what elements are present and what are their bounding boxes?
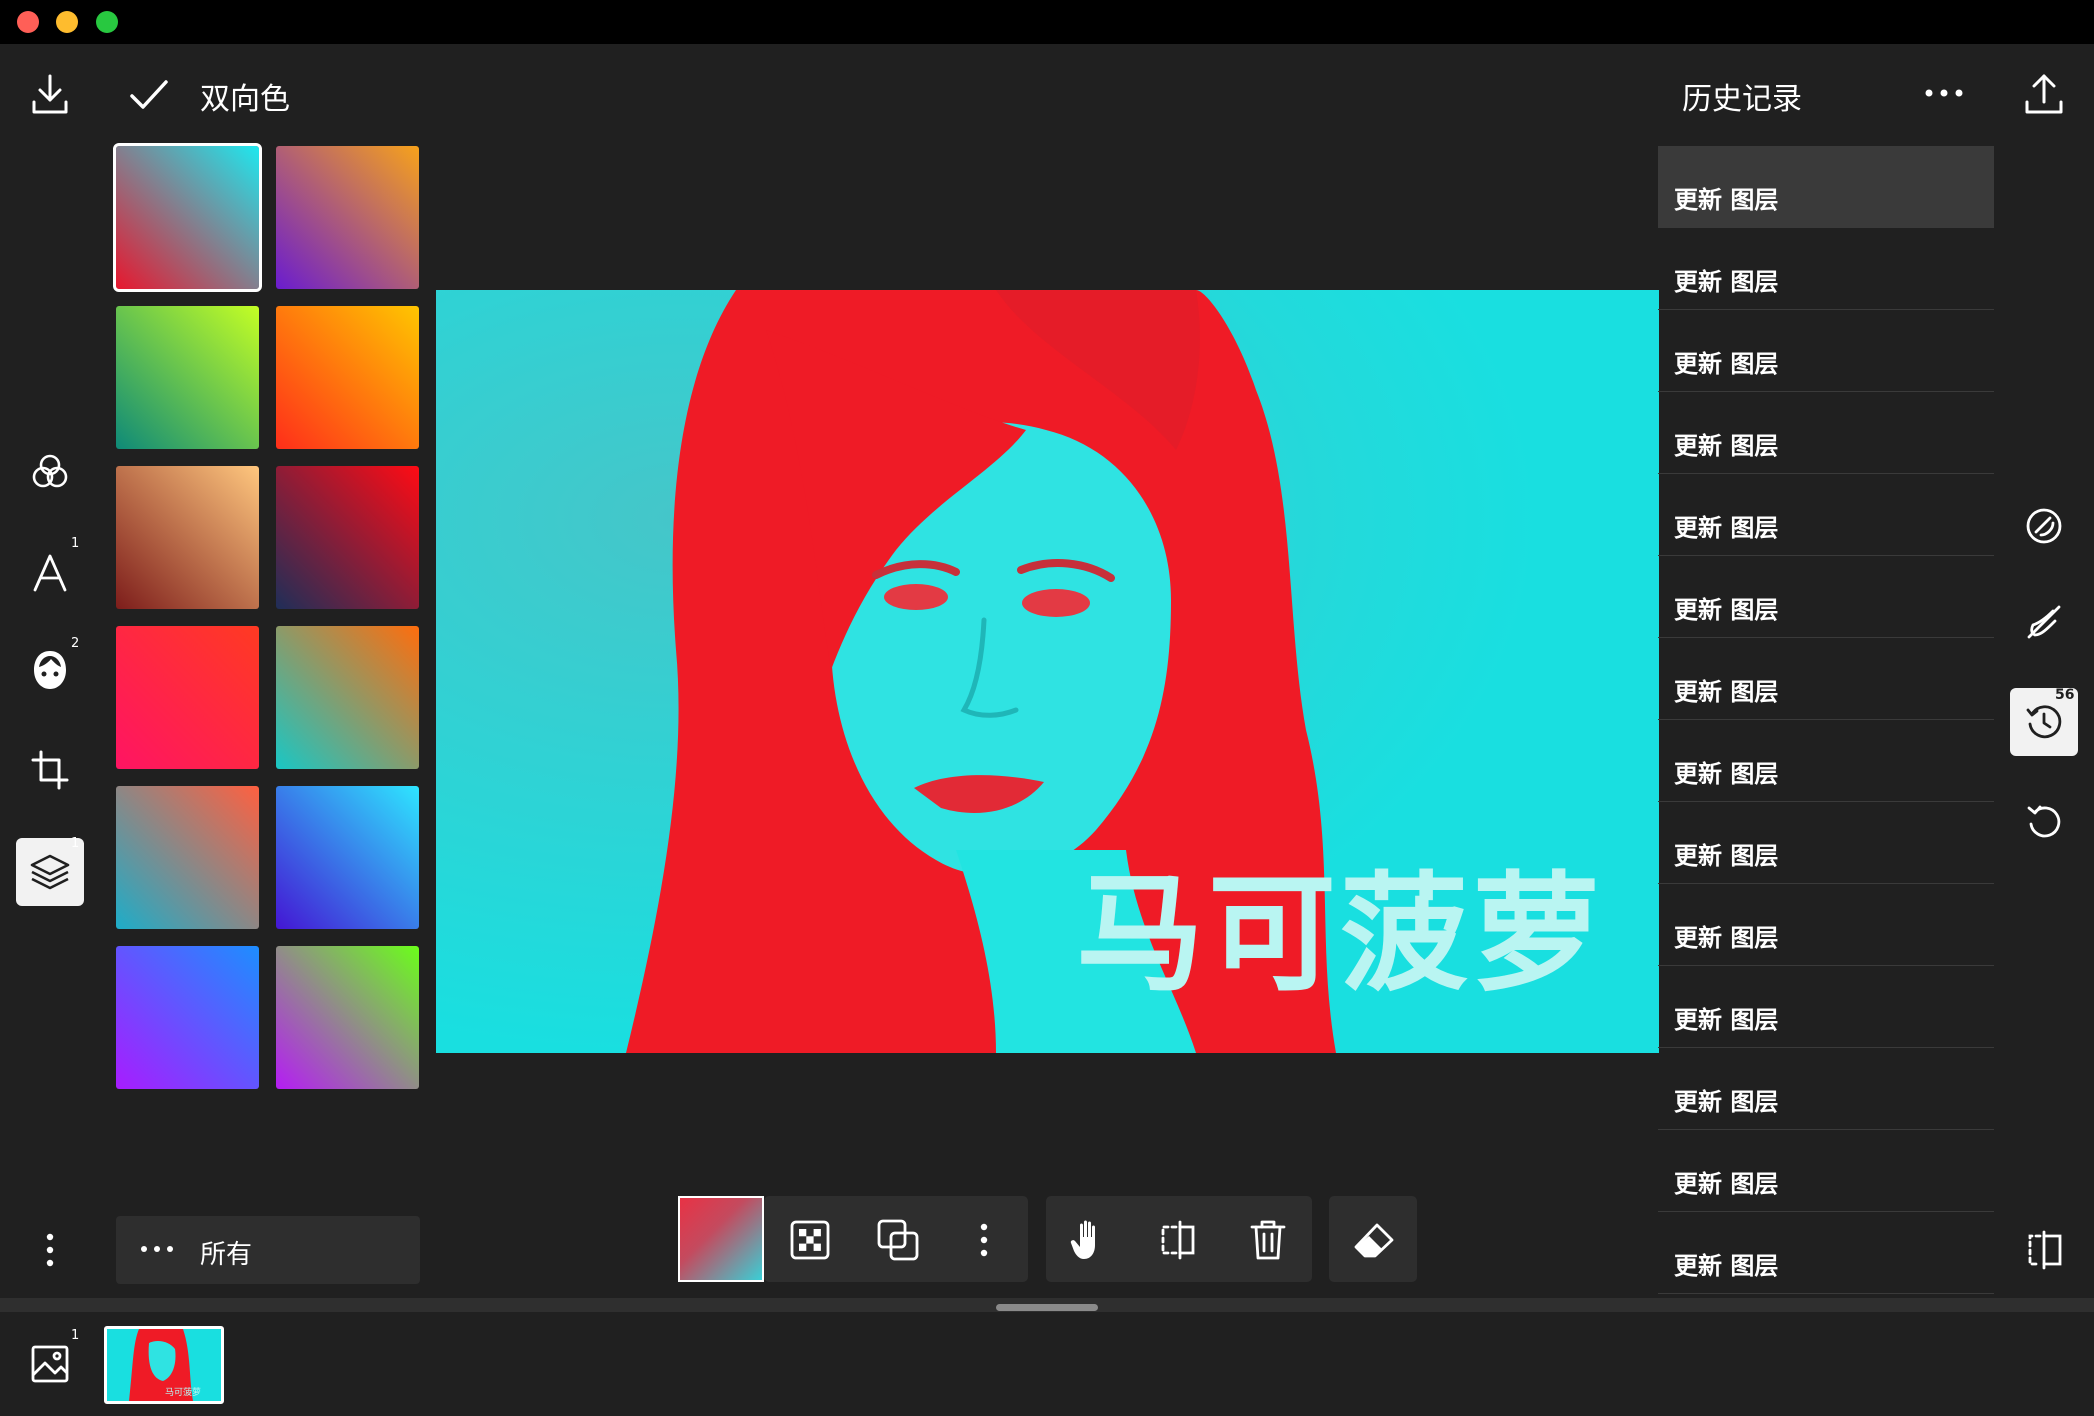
tool-title: 双向色: [200, 82, 290, 117]
history-item[interactable]: 更新 图层: [1658, 556, 1994, 638]
history-item-label: 更新 图层: [1674, 432, 1779, 460]
text-tool-badge: 1: [71, 536, 80, 551]
close-window-button[interactable]: [17, 11, 39, 33]
history-item[interactable]: 更新 图层: [1658, 146, 1994, 228]
history-item[interactable]: 更新 图层: [1658, 1048, 1994, 1130]
brush-off-icon[interactable]: [2018, 596, 2070, 648]
history-item[interactable]: 更新 图层: [1658, 228, 1994, 310]
image-thumbnail[interactable]: 马可菠萝: [104, 1326, 224, 1404]
current-preset-thumbnail[interactable]: [678, 1196, 764, 1282]
image-count-badge: 1: [71, 1328, 80, 1343]
history-item-label: 更新 图层: [1674, 760, 1779, 788]
confirm-check-icon[interactable]: [124, 70, 174, 120]
crop-icon[interactable]: [26, 746, 74, 794]
preset-swatch-red-yellow[interactable]: [276, 306, 419, 449]
text-tool-icon[interactable]: [26, 548, 74, 596]
layers-icon: [26, 848, 74, 896]
hand-pan-icon[interactable]: [1062, 1214, 1114, 1266]
preset-swatch-pink-red[interactable]: [116, 626, 259, 769]
history-item[interactable]: 更新 图层: [1658, 884, 1994, 966]
history-item-label: 更新 图层: [1674, 678, 1779, 706]
history-item[interactable]: 更新 图层: [1658, 1130, 1994, 1212]
history-title: 历史记录: [1682, 82, 1802, 117]
preset-swatch-brown-peach[interactable]: [116, 466, 259, 609]
transparency-checker-icon[interactable]: [784, 1214, 836, 1266]
thumbnail-overlay-text: 马可菠萝: [165, 1386, 201, 1398]
layers-badge: 1: [71, 836, 80, 851]
layer-more-icon[interactable]: [964, 1214, 1004, 1266]
history-item-label: 更新 图层: [1674, 186, 1779, 214]
sticker-face-icon[interactable]: [26, 646, 74, 694]
more-vertical-icon[interactable]: [30, 1226, 70, 1274]
history-item[interactable]: 更新 图层: [1658, 310, 1994, 392]
history-item[interactable]: 更新 图层: [1658, 638, 1994, 720]
preset-swatch-purple-orange[interactable]: [276, 146, 419, 289]
trash-delete-icon[interactable]: [1242, 1214, 1294, 1266]
select-area-icon[interactable]: [1152, 1214, 1204, 1266]
history-item[interactable]: 更新 图层: [1658, 720, 1994, 802]
history-item-label: 更新 图层: [1674, 514, 1779, 542]
sticker-badge: 2: [71, 636, 80, 651]
preset-swatch-red-cyan[interactable]: [113, 143, 262, 292]
canvas-overlay-text[interactable]: 马可菠萝: [1076, 830, 1604, 1015]
panel-resize-handle[interactable]: [996, 1304, 1098, 1311]
undo-rotate-icon[interactable]: [2018, 796, 2070, 848]
more-options-icon[interactable]: [1920, 78, 1968, 108]
compare-split-icon[interactable]: [2018, 1226, 2070, 1274]
history-item-label: 更新 图层: [1674, 1170, 1779, 1198]
download-icon[interactable]: [24, 68, 76, 120]
preset-swatch-indigo-sky[interactable]: [276, 786, 419, 929]
preset-swatch-magenta-green[interactable]: [276, 946, 419, 1089]
ellipsis-icon: [138, 1236, 176, 1262]
history-item[interactable]: 更新 图层: [1658, 392, 1994, 474]
image-gallery-icon[interactable]: [26, 1340, 74, 1388]
preset-swatch-teal-orange[interactable]: [276, 626, 419, 769]
selection-lasso-icon[interactable]: [2018, 500, 2070, 552]
preset-filter-label: 所有: [200, 1240, 253, 1270]
eraser-icon[interactable]: [1348, 1214, 1400, 1266]
history-item[interactable]: 更新 图层: [1658, 802, 1994, 884]
history-item-label: 更新 图层: [1674, 1006, 1779, 1034]
history-item[interactable]: 更新 图层: [1658, 966, 1994, 1048]
history-item-label: 更新 图层: [1674, 350, 1779, 378]
history-item-label: 更新 图层: [1674, 1252, 1779, 1280]
history-item[interactable]: 更新 图层: [1658, 1212, 1994, 1294]
history-item-label: 更新 图层: [1674, 1088, 1779, 1116]
preset-swatch-blue-salmon[interactable]: [116, 786, 259, 929]
minimize-window-button[interactable]: [56, 11, 78, 33]
export-share-icon[interactable]: [2018, 68, 2070, 120]
history-item[interactable]: 更新 图层: [1658, 474, 1994, 556]
zoom-window-button[interactable]: [96, 11, 118, 33]
window-titlebar: [0, 0, 2094, 44]
history-item-label: 更新 图层: [1674, 268, 1779, 296]
preset-swatch-navy-red[interactable]: [276, 466, 419, 609]
adjust-color-icon[interactable]: [26, 448, 74, 496]
blend-overlap-icon[interactable]: [872, 1214, 924, 1266]
history-item-label: 更新 图层: [1674, 596, 1779, 624]
history-clock-icon: [2020, 698, 2068, 746]
preset-swatch-violet-blue[interactable]: [116, 946, 259, 1089]
history-count-badge: 56: [2055, 687, 2075, 703]
image-strip: [0, 1312, 2094, 1416]
history-item-label: 更新 图层: [1674, 842, 1779, 870]
photo-canvas[interactable]: 马可菠萝: [436, 290, 1659, 1053]
preset-swatch-teal-lime[interactable]: [116, 306, 259, 449]
history-item-label: 更新 图层: [1674, 924, 1779, 952]
